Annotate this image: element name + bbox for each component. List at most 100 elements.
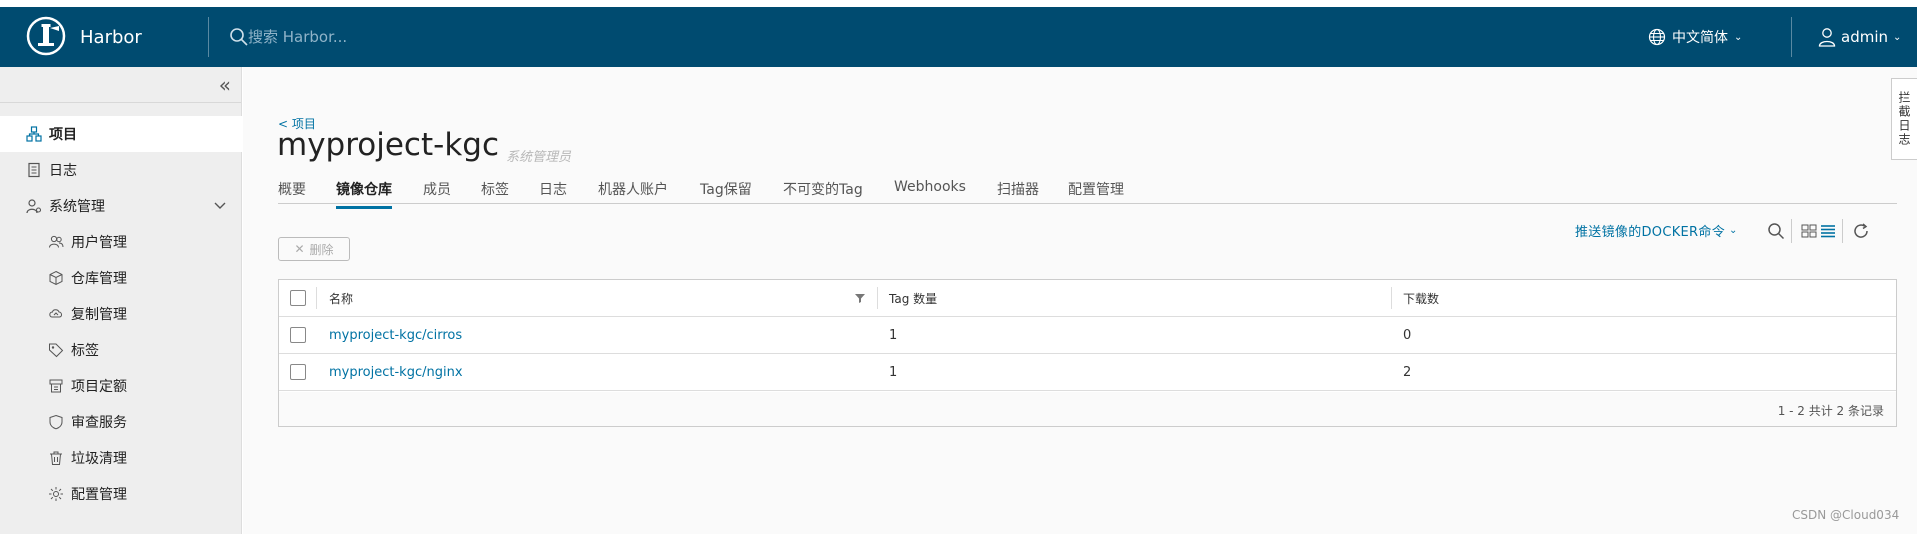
tab-repositories[interactable]: 镜像仓库 [336, 179, 392, 209]
list-view-button[interactable] [1818, 221, 1838, 241]
role-label: 系统管理员 [506, 150, 572, 165]
pull-count-cell: 0 [1403, 327, 1412, 343]
repo-name-cell: myproject-kgc/nginx [329, 354, 463, 390]
search-icon [230, 28, 248, 46]
filter-icon[interactable] [854, 292, 866, 304]
tab-summary[interactable]: 概要 [278, 179, 306, 199]
pull-count-cell: 2 [1403, 364, 1412, 380]
project-tabs: 概要 镜像仓库 成员 标签 日志 机器人账户 Tag保留 不可变的Tag Web… [278, 171, 1897, 209]
tab-tag-retention[interactable]: Tag保留 [700, 179, 752, 199]
sidebar-item-label: 复制管理 [71, 307, 127, 323]
chevron-down-icon: ⌄ [1893, 31, 1902, 43]
toolbar-divider [1791, 219, 1792, 243]
sidebar-item-label: 用户管理 [71, 235, 127, 251]
repositories-table: 名称 Tag 数量 下载数 myproject-kgc/cirros 1 0 m… [278, 279, 1897, 427]
delete-label: 删除 [309, 242, 334, 257]
user-icon [1818, 28, 1836, 47]
card-view-button[interactable] [1799, 221, 1819, 241]
shield-icon [48, 414, 64, 430]
sidebar-item-label: 日志 [49, 163, 77, 179]
push-command-dropdown[interactable]: 推送镜像的DOCKER命令 ⌄ [1575, 221, 1738, 240]
tab-logs[interactable]: 日志 [539, 179, 567, 199]
tag-count-cell: 1 [889, 327, 898, 343]
search-icon [1768, 223, 1785, 240]
sidebar-item-users[interactable]: 用户管理 [0, 224, 242, 260]
sidebar-item-quotas[interactable]: 项目定额 [0, 368, 242, 404]
admin-icon [26, 198, 42, 214]
event-log-panel-tab[interactable]: 拦截日志 [1891, 78, 1917, 160]
sidebar: « 项目 日志 系统管理 用户管理 仓库管理 复制管理 标签 项目定额 审查服务… [0, 67, 242, 534]
column-header-pulls[interactable]: 下载数 [1403, 280, 1439, 316]
delete-button[interactable]: ✕ 删除 [278, 237, 350, 261]
column-header-name[interactable]: 名称 [329, 280, 353, 316]
globe-icon [1648, 28, 1666, 46]
gear-icon [48, 486, 64, 502]
select-all-checkbox[interactable] [290, 290, 306, 306]
replication-icon [48, 306, 64, 322]
column-header-tags[interactable]: Tag 数量 [889, 280, 937, 316]
sidebar-item-logs[interactable]: 日志 [0, 152, 242, 188]
tab-webhooks[interactable]: Webhooks [894, 179, 966, 195]
tab-scanner[interactable]: 扫描器 [997, 179, 1039, 199]
brand-name: Harbor [80, 27, 142, 48]
page-title: myproject-kgc [277, 127, 499, 163]
sidebar-item-admin[interactable]: 系统管理 [0, 188, 242, 224]
tab-members[interactable]: 成员 [423, 179, 451, 199]
tab-configuration[interactable]: 配置管理 [1068, 179, 1124, 199]
sidebar-item-label: 审查服务 [71, 415, 127, 431]
main-content: < 项目 myproject-kgc 系统管理员 概要 镜像仓库 成员 标签 日… [243, 67, 1917, 534]
sidebar-item-gc[interactable]: 垃圾清理 [0, 440, 242, 476]
search-input[interactable] [248, 24, 548, 50]
table-header: 名称 Tag 数量 下载数 [279, 280, 1896, 317]
repo-link[interactable]: myproject-kgc/nginx [329, 365, 463, 380]
harbor-logo-icon[interactable] [26, 16, 66, 56]
toolbar-divider [1842, 219, 1843, 243]
header-divider [208, 17, 209, 57]
repo-link[interactable]: myproject-kgc/cirros [329, 328, 462, 343]
trash-icon [48, 450, 64, 466]
tag-icon [48, 342, 64, 358]
user-menu[interactable]: admin ⌄ [1818, 24, 1901, 50]
tag-count-cell: 1 [889, 364, 898, 380]
sidebar-item-projects[interactable]: 项目 [0, 116, 242, 152]
close-icon: ✕ [294, 242, 305, 256]
sidebar-item-label: 垃圾清理 [71, 451, 127, 467]
sidebar-item-labels[interactable]: 标签 [0, 332, 242, 368]
column-divider [1391, 287, 1392, 309]
column-divider [316, 287, 317, 309]
grid-view-icon [1801, 224, 1817, 238]
top-header: Harbor 中文简体 ⌄ admin ⌄ [0, 7, 1917, 67]
column-divider [877, 287, 878, 309]
header-divider [1791, 17, 1792, 57]
table-footer: 1 - 2 共计 2 条记录 [279, 392, 1896, 426]
row-checkbox[interactable] [290, 364, 306, 380]
repo-name-cell: myproject-kgc/cirros [329, 317, 462, 353]
language-selector[interactable]: 中文简体 ⌄ [1648, 24, 1742, 50]
tab-immutable-tags[interactable]: 不可变的Tag [783, 179, 863, 199]
sidebar-item-label: 仓库管理 [71, 271, 127, 287]
watermark: CSDN @Cloud034 [1792, 508, 1900, 522]
table-row: myproject-kgc/cirros 1 0 [279, 317, 1896, 354]
sidebar-item-replication[interactable]: 复制管理 [0, 296, 242, 332]
push-command-label: 推送镜像的DOCKER命令 [1575, 225, 1725, 240]
sidebar-item-registries[interactable]: 仓库管理 [0, 260, 242, 296]
logs-icon [26, 162, 42, 178]
sidebar-item-config[interactable]: 配置管理 [0, 476, 242, 512]
sidebar-item-interrogation[interactable]: 审查服务 [0, 404, 242, 440]
quota-icon [48, 378, 64, 394]
refresh-button[interactable] [1851, 221, 1871, 241]
collapse-sidebar-icon[interactable]: « [219, 73, 231, 97]
search-repos-button[interactable] [1766, 221, 1786, 241]
tab-labels[interactable]: 标签 [481, 179, 509, 199]
chevron-down-icon: ⌄ [1734, 31, 1743, 43]
row-checkbox[interactable] [290, 327, 306, 343]
registries-icon [48, 270, 64, 286]
sidebar-item-label: 配置管理 [71, 487, 127, 503]
pagination-summary: 1 - 2 共计 2 条记录 [1777, 404, 1884, 418]
sidebar-item-label: 项目定额 [71, 379, 127, 395]
tab-robot-accounts[interactable]: 机器人账户 [598, 179, 668, 199]
chevron-down-icon[interactable] [212, 197, 228, 213]
sidebar-item-label: 标签 [71, 343, 99, 359]
projects-icon [26, 126, 42, 142]
username: admin [1841, 28, 1888, 46]
